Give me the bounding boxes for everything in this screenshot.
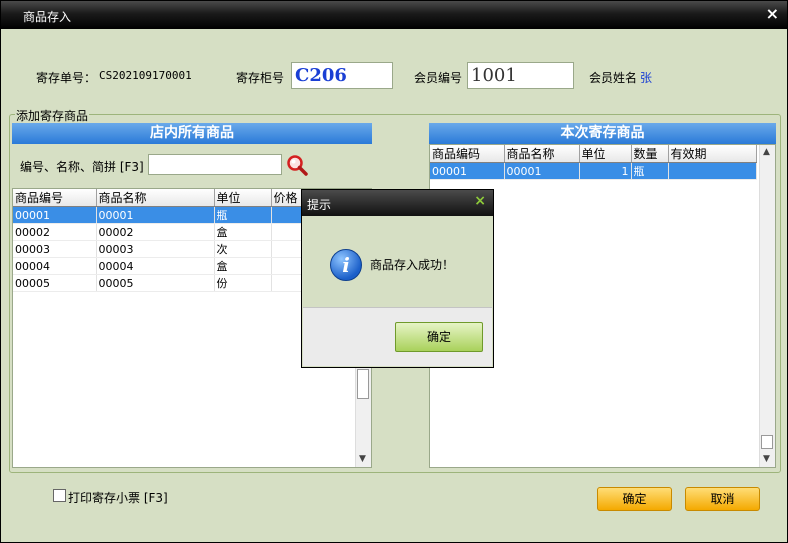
- dialog-message: 商品存入成功！: [370, 258, 455, 272]
- table-row[interactable]: 00001 00001 1 瓶: [430, 162, 757, 180]
- group-title: 添加寄存商品: [15, 107, 90, 124]
- window-title: 商品存入: [23, 10, 72, 24]
- member-no-field[interactable]: 1001: [467, 62, 574, 89]
- scroll-up-arrow-icon[interactable]: ▲: [763, 147, 770, 157]
- dialog-close-icon[interactable]: ×: [474, 193, 486, 209]
- col-unit[interactable]: 单位: [214, 189, 272, 207]
- table-row[interactable]: 00002 00002 盒: [13, 223, 332, 241]
- title-bar: 商品存入 ×: [1, 1, 787, 29]
- right-scroll-thumb[interactable]: [761, 435, 773, 449]
- cabinet-label: 寄存柜号: [236, 71, 285, 85]
- table-row[interactable]: 00005 00005 份: [13, 274, 332, 292]
- col-unit[interactable]: 单位: [579, 145, 632, 163]
- left-scroll-thumb[interactable]: [357, 369, 369, 399]
- scroll-down-arrow-icon[interactable]: ▼: [359, 454, 366, 464]
- col-qty[interactable]: 数量: [631, 145, 669, 163]
- ticket-value: CS202109170001: [99, 69, 192, 82]
- close-icon[interactable]: ×: [766, 4, 779, 23]
- search-label: 编号、名称、简拼 [F3]: [20, 160, 144, 174]
- col-goods-name[interactable]: 商品名称: [96, 189, 215, 207]
- ticket-label: 寄存单号：: [36, 71, 97, 85]
- member-no-label: 会员编号: [414, 71, 463, 85]
- table-row[interactable]: 00001 00001 瓶: [13, 206, 332, 224]
- col-goods-name[interactable]: 商品名称: [504, 145, 580, 163]
- message-dialog: 提示 × i 商品存入成功！ 确定: [301, 189, 494, 368]
- print-receipt-checkbox[interactable]: [53, 489, 66, 502]
- search-input[interactable]: [148, 154, 282, 175]
- member-name-label: 会员姓名: [589, 71, 638, 85]
- member-name-value: 张: [640, 71, 653, 85]
- confirm-button[interactable]: 确定: [597, 487, 672, 511]
- right-scrollbar[interactable]: ▲ ▼: [759, 145, 775, 467]
- cancel-button[interactable]: 取消: [685, 487, 760, 511]
- col-goods-no[interactable]: 商品编号: [13, 189, 97, 207]
- dialog-title-bar: 提示 ×: [302, 190, 493, 216]
- table-row[interactable]: 00004 00004 盒: [13, 257, 332, 275]
- left-panel-title: 店内所有商品: [12, 123, 372, 144]
- table-row[interactable]: 00003 00003 次: [13, 240, 332, 258]
- dialog-ok-button[interactable]: 确定: [395, 322, 483, 352]
- col-goods-code[interactable]: 商品编码: [430, 145, 505, 163]
- search-icon[interactable]: [286, 154, 308, 176]
- scroll-down-arrow-icon[interactable]: ▼: [763, 454, 770, 464]
- info-icon: i: [330, 249, 362, 281]
- col-expiry[interactable]: 有效期: [668, 145, 757, 163]
- cabinet-field[interactable]: C206: [291, 62, 393, 89]
- print-receipt-label[interactable]: 打印寄存小票 [F3]: [68, 489, 168, 506]
- dialog-title: 提示: [307, 198, 332, 212]
- right-panel-title: 本次寄存商品: [429, 123, 776, 144]
